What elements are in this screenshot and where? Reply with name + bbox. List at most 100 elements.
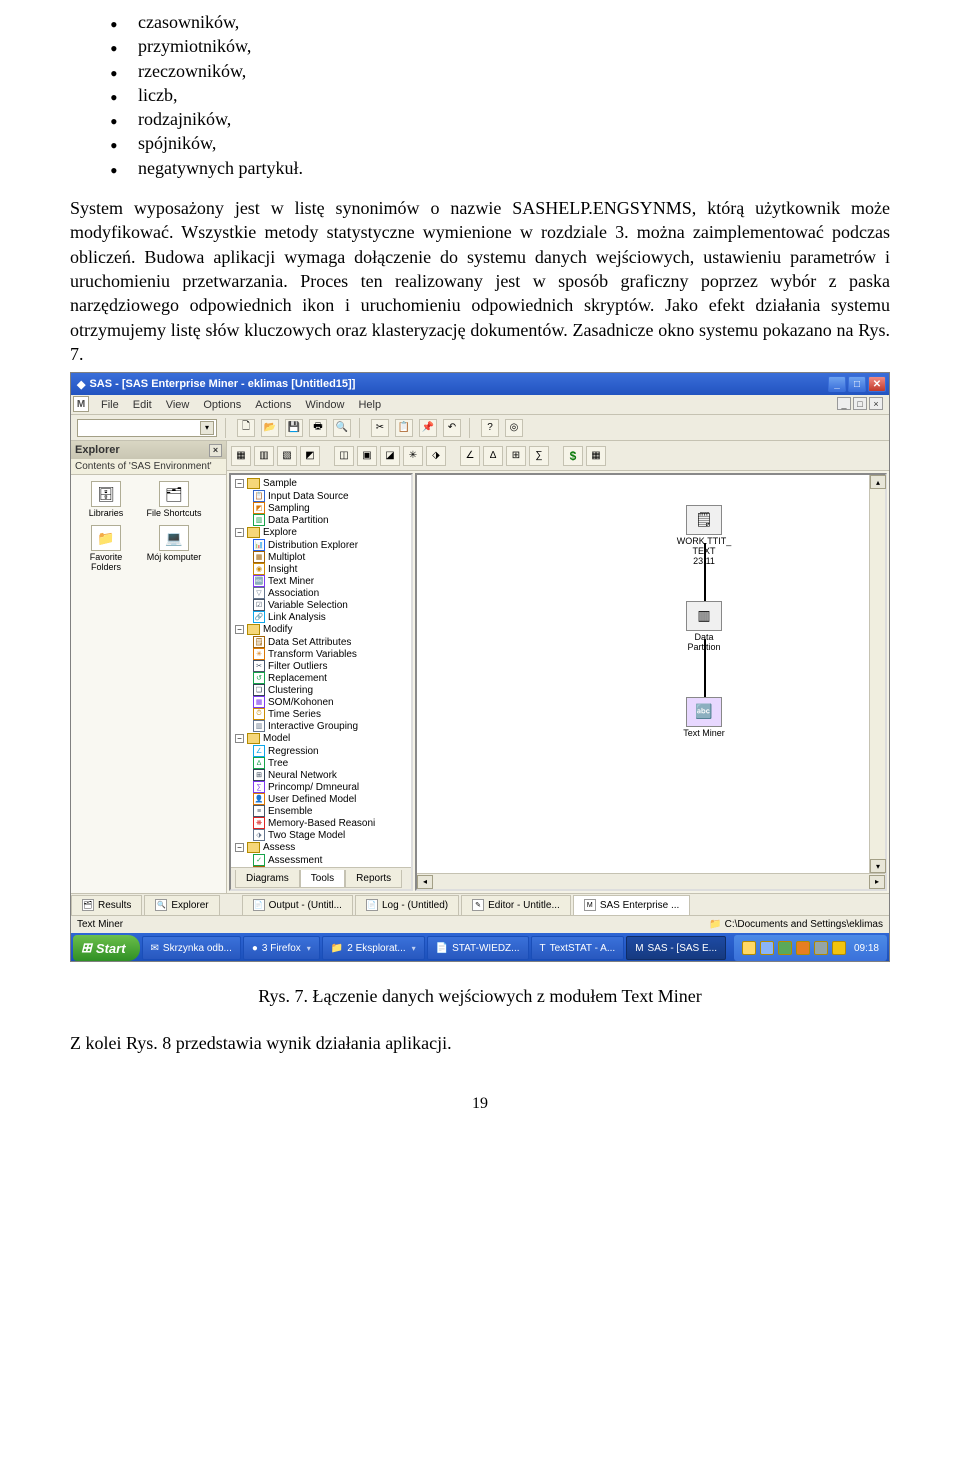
node-tool-icon[interactable]: ⬗ xyxy=(426,446,446,466)
toolbar-save-icon[interactable]: 💾 xyxy=(285,419,303,437)
menu-edit[interactable]: Edit xyxy=(133,399,152,411)
node-tool-icon[interactable]: ∑ xyxy=(529,446,549,466)
menu-actions[interactable]: Actions xyxy=(255,399,291,411)
tree-folder[interactable]: −Explore xyxy=(233,526,407,539)
node-tool-icon[interactable]: ▦ xyxy=(586,446,606,466)
collapse-icon[interactable]: − xyxy=(235,843,244,852)
node-tool-icon[interactable]: ∆ xyxy=(483,446,503,466)
document-icon[interactable]: M xyxy=(73,396,89,412)
tree-leaf[interactable]: ◩Sampling xyxy=(233,502,407,514)
node-tool-icon[interactable]: ▥ xyxy=(254,446,274,466)
tree-leaf[interactable]: ↺Replacement xyxy=(233,672,407,684)
menu-options[interactable]: Options xyxy=(203,399,241,411)
tree-leaf[interactable]: ⏱Time Series xyxy=(233,708,407,720)
minimize-button[interactable]: _ xyxy=(828,376,846,392)
scrollbar-vertical[interactable]: ▴ ▾ xyxy=(869,475,885,873)
mdi-close-button[interactable]: × xyxy=(869,397,883,410)
collapse-icon[interactable]: − xyxy=(235,734,244,743)
tray-icon[interactable] xyxy=(814,941,828,955)
maximize-button[interactable]: □ xyxy=(848,376,866,392)
tab-tools[interactable]: Tools xyxy=(300,870,345,888)
close-button[interactable]: ✕ xyxy=(868,376,886,392)
collapse-icon[interactable]: − xyxy=(235,479,244,488)
node-tool-icon[interactable]: ◪ xyxy=(380,446,400,466)
scrollbar-horizontal[interactable]: ◂ ▸ xyxy=(417,873,885,889)
node-tool-icon[interactable]: ◩ xyxy=(300,446,320,466)
diagram-canvas[interactable]: 🗒 WORK.TTIT_ TEXT 23.11 ▥ Data Partition… xyxy=(415,473,887,891)
tree-leaf[interactable]: ▦Multiplot xyxy=(233,551,407,563)
tree-folder[interactable]: −Sample xyxy=(233,477,407,490)
toolbar-about-icon[interactable]: ◎ xyxy=(505,419,523,437)
tree-leaf[interactable]: 📋Input Data Source xyxy=(233,490,407,502)
scroll-up-icon[interactable]: ▴ xyxy=(870,475,886,489)
window-titlebar[interactable]: ◆ SAS - [SAS Enterprise Miner - eklimas … xyxy=(71,373,889,395)
command-combo[interactable]: ▾ xyxy=(77,419,217,437)
tree-leaf[interactable]: 📊Distribution Explorer xyxy=(233,539,407,551)
tab-reports[interactable]: Reports xyxy=(345,870,402,888)
node-tool-icon[interactable]: ◫ xyxy=(334,446,354,466)
tree-leaf[interactable]: ▥Interactive Grouping xyxy=(233,720,407,732)
tab-diagrams[interactable]: Diagrams xyxy=(235,870,300,888)
canvas-node-text-miner[interactable]: 🔤 Text Miner xyxy=(677,697,731,739)
collapse-icon[interactable]: − xyxy=(235,625,244,634)
explorer-item-computer[interactable]: 💻 Mój komputer xyxy=(145,525,203,573)
toolbar-paste-icon[interactable]: 📌 xyxy=(419,419,437,437)
tree-leaf[interactable]: ☑Variable Selection xyxy=(233,599,407,611)
toolbar-new-icon[interactable]: 🗋 xyxy=(237,419,255,437)
tree-leaf[interactable]: ⬗Two Stage Model xyxy=(233,829,407,841)
explorer-item-shortcuts[interactable]: 🗂 File Shortcuts xyxy=(145,481,203,519)
scroll-right-icon[interactable]: ▸ xyxy=(869,875,885,889)
tray-icon[interactable] xyxy=(796,941,810,955)
tree-leaf[interactable]: ◉Insight xyxy=(233,563,407,575)
canvas-node-input-data[interactable]: 🗒 WORK.TTIT_ TEXT 23.11 xyxy=(677,505,731,567)
node-tool-icon[interactable]: ▦ xyxy=(231,446,251,466)
tree-folder[interactable]: −Assess xyxy=(233,841,407,854)
node-tool-dollar-icon[interactable]: $ xyxy=(563,446,583,466)
collapse-icon[interactable]: − xyxy=(235,528,244,537)
tree-folder[interactable]: −Modify xyxy=(233,623,407,636)
tab-log[interactable]: 📄Log - (Untitled) xyxy=(355,895,459,915)
tray-speaker-icon[interactable] xyxy=(832,941,846,955)
tree-leaf[interactable]: 👤User Defined Model xyxy=(233,793,407,805)
toolbar-cut-icon[interactable]: ✂ xyxy=(371,419,389,437)
tray-icon[interactable] xyxy=(760,941,774,955)
node-tool-icon[interactable]: ⊞ xyxy=(506,446,526,466)
taskbar-item[interactable]: TTextSTAT - A... xyxy=(531,936,625,960)
taskbar-item[interactable]: 📁2 Eksplorat...▾ xyxy=(322,936,425,960)
taskbar-item[interactable]: ✉Skrzynka odb... xyxy=(142,936,241,960)
tree-leaf[interactable]: ∑Princomp/ Dmneural xyxy=(233,781,407,793)
canvas-node-partition[interactable]: ▥ Data Partition xyxy=(677,601,731,653)
tree-leaf[interactable]: ▽Association xyxy=(233,587,407,599)
scroll-down-icon[interactable]: ▾ xyxy=(870,859,886,873)
menu-window[interactable]: Window xyxy=(305,399,344,411)
taskbar-item[interactable]: MSAS - [SAS E... xyxy=(626,936,726,960)
menu-file[interactable]: File xyxy=(101,399,119,411)
tree-folder[interactable]: −Model xyxy=(233,732,407,745)
tree-leaf[interactable]: ✓Assessment xyxy=(233,854,407,866)
taskbar-item[interactable]: ●3 Firefox▾ xyxy=(243,936,320,960)
tree-leaf[interactable]: ✂Filter Outliers xyxy=(233,660,407,672)
scroll-left-icon[interactable]: ◂ xyxy=(417,875,433,889)
tree-leaf[interactable]: 🔤Text Miner xyxy=(233,575,407,587)
tree-leaf[interactable]: ≡Ensemble xyxy=(233,805,407,817)
menu-view[interactable]: View xyxy=(166,399,190,411)
tab-editor[interactable]: ✎Editor - Untitle... xyxy=(461,895,571,915)
toolbar-undo-icon[interactable]: ↶ xyxy=(443,419,461,437)
toolbar-open-icon[interactable]: 📂 xyxy=(261,419,279,437)
tree-leaf[interactable]: ∠Regression xyxy=(233,745,407,757)
tree-leaf[interactable]: ▥Data Partition xyxy=(233,514,407,526)
tree-leaf[interactable]: ❏Clustering xyxy=(233,684,407,696)
tree-leaf[interactable]: 🗒Data Set Attributes xyxy=(233,636,407,648)
explorer-close-button[interactable]: × xyxy=(209,444,222,457)
explorer-item-libraries[interactable]: 🗄 Libraries xyxy=(77,481,135,519)
mdi-minimize-button[interactable]: _ xyxy=(837,397,851,410)
tree-leaf[interactable]: ∆Tree xyxy=(233,757,407,769)
toolbar-print-icon[interactable]: 🖶 xyxy=(309,419,327,437)
tree-leaf[interactable]: ❋Memory-Based Reasoni xyxy=(233,817,407,829)
tools-tree[interactable]: −Sample📋Input Data Source◩Sampling▥Data … xyxy=(231,475,411,867)
node-tool-icon[interactable]: ✳ xyxy=(403,446,423,466)
tree-leaf[interactable]: ▦SOM/Kohonen xyxy=(233,696,407,708)
tray-icon[interactable] xyxy=(742,941,756,955)
tab-explorer[interactable]: 🔍Explorer xyxy=(144,895,219,915)
menu-help[interactable]: Help xyxy=(358,399,381,411)
